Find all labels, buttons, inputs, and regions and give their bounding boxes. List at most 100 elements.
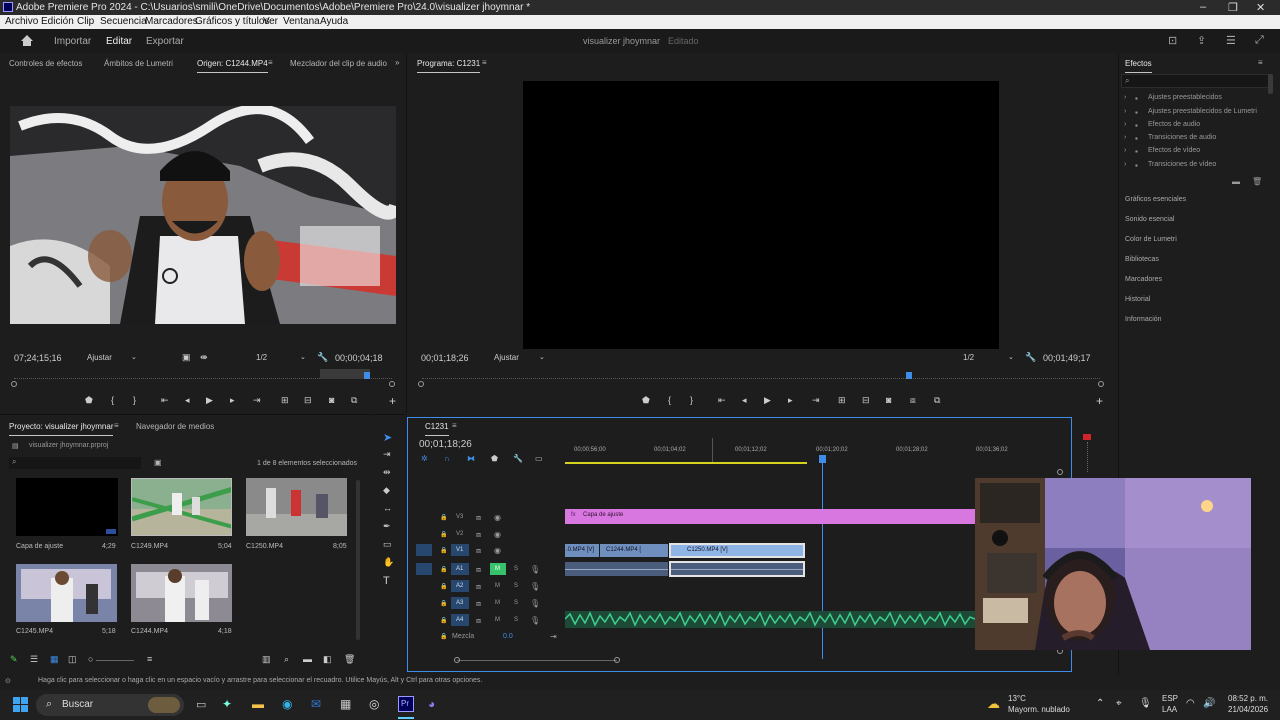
more-panels-icon[interactable]: » [395, 58, 399, 67]
tab-lumetri-scopes[interactable]: Ámbitos de Lumetri [104, 59, 173, 68]
task-view-icon[interactable]: ▭ [196, 698, 206, 711]
source-insert-clip-icon[interactable]: ⊞ [281, 395, 289, 406]
effects-item-video-effects[interactable]: Efectos de vídeo [1148, 147, 1200, 154]
captions-icon[interactable]: ▭ [535, 454, 543, 463]
source-fit-select[interactable]: Ajustar [87, 353, 112, 362]
source-step-fwd-icon[interactable]: ▸ [230, 395, 235, 406]
program-goto-out-icon[interactable]: ⇥ [812, 395, 820, 406]
thumb-c1244[interactable] [131, 564, 232, 622]
program-tab[interactable]: Programa: C1231 [417, 59, 481, 73]
find-icon[interactable]: ⌕ [284, 654, 289, 665]
menu-ver[interactable]: Ver [263, 16, 278, 27]
menu-archivo[interactable]: Archivo [5, 16, 38, 27]
program-buttons-icon[interactable]: ⧉ [934, 395, 940, 406]
tab-importar[interactable]: Importar [54, 36, 91, 47]
icon-view-icon[interactable]: ▦ [50, 654, 59, 665]
work-area-bar[interactable] [565, 462, 807, 464]
add-marker-icon[interactable]: ⬟ [491, 454, 498, 463]
lock-icon[interactable]: 🔒 [440, 514, 447, 521]
effects-menu-icon[interactable]: ≡ [1258, 58, 1263, 67]
source-export-frame-icon[interactable]: ◙ [329, 395, 334, 405]
menu-marcadores[interactable]: Marcadores [145, 16, 198, 27]
lock-icon[interactable]: 🔒 [440, 633, 447, 640]
track-select-tool-icon[interactable]: ⇥ [383, 449, 391, 460]
thumb-c1245[interactable] [16, 564, 117, 622]
source-patch-v1[interactable] [416, 544, 432, 556]
file-explorer-icon[interactable]: ▬ [252, 697, 264, 711]
timeline-settings-icon[interactable]: 🔧 [513, 454, 523, 463]
time-ruler[interactable]: 00;00;56;00 00;01;04;02 00;01;12;02 00;0… [565, 438, 1062, 466]
solo-button[interactable]: S [514, 566, 518, 572]
menu-secuencia[interactable]: Secuencia [100, 16, 147, 27]
program-add-button-icon[interactable]: + [1096, 394, 1103, 408]
panel-markers[interactable]: Marcadores [1125, 276, 1162, 283]
new-bin-bottom-icon[interactable]: ▬ [303, 654, 312, 664]
pen-tool-icon[interactable]: ✒ [383, 521, 391, 532]
effects-item-audio-transitions[interactable]: Transiciones de audio [1148, 134, 1216, 141]
zoom-slider-track[interactable] [96, 660, 134, 661]
github-icon[interactable]: ◎ [369, 697, 379, 711]
solo-button[interactable]: S [514, 583, 518, 589]
location-icon[interactable]: ⌖ [1116, 698, 1122, 709]
sync-lock-icon[interactable]: ⧈ [476, 565, 481, 575]
share-icon[interactable]: ⇪ [1197, 34, 1206, 47]
new-bin-icon[interactable]: ▣ [154, 458, 162, 467]
tab-project[interactable]: Proyecto: visualizer jhoymnar [9, 422, 114, 436]
program-zoom-start-handle[interactable] [418, 381, 424, 387]
source-insert-icon[interactable]: ▣ [182, 352, 191, 363]
effects-scrollbar[interactable] [1268, 74, 1273, 94]
taskbar-search-box[interactable]: ⌕ Buscar [36, 694, 184, 716]
source-play-icon[interactable]: ▶ [206, 395, 213, 406]
program-marker-icon[interactable]: ⬟ [642, 395, 650, 406]
panel-essential-graphics[interactable]: Gráficos esenciales [1125, 196, 1186, 203]
minimize-button[interactable]: – [1200, 1, 1206, 13]
timeline-zoom-end-handle[interactable] [1057, 469, 1063, 475]
timeline-timecode[interactable]: 00;01;18;26 [419, 439, 472, 450]
chevron-right-icon[interactable]: › [1124, 108, 1126, 115]
close-button[interactable]: ✕ [1256, 1, 1265, 14]
store-icon[interactable]: ▦ [340, 697, 351, 711]
mute-button[interactable]: M [495, 617, 500, 623]
timeline-tab[interactable]: C1231 [425, 422, 449, 436]
timeline-scroll-start-handle[interactable] [454, 657, 460, 663]
sync-lock-icon[interactable]: ⧈ [476, 599, 481, 609]
timeline-scrollbar[interactable] [457, 660, 617, 661]
lock-icon[interactable]: 🔒 [440, 531, 447, 538]
source-timecode[interactable]: 07;24;15;16 [14, 353, 62, 363]
chevron-right-icon[interactable]: › [1124, 147, 1126, 154]
ripple-tool-icon[interactable]: ⇹ [383, 467, 391, 478]
mic-icon[interactable]: 🎙 [530, 599, 540, 608]
video-clip-3[interactable]: C1250.MP4 [V] [669, 543, 805, 558]
menu-ayuda[interactable]: Ayuda [320, 16, 348, 27]
source-zoom-start-handle[interactable] [11, 381, 17, 387]
audio-clip-a4[interactable] [565, 611, 975, 628]
automate-icon[interactable]: ▥ [262, 654, 271, 665]
menu-clip[interactable]: Clip [77, 16, 94, 27]
new-item-icon[interactable]: ◧ [323, 654, 332, 665]
source-resolution-select[interactable]: 1/2 [256, 353, 267, 362]
effects-item-lumetri-presets[interactable]: Ajustes preestablecidos de Lumetri [1148, 108, 1257, 115]
mic-icon[interactable]: 🎙 [530, 616, 540, 625]
edge-icon[interactable]: ◉ [282, 697, 292, 711]
project-menu-icon[interactable]: ≡ [114, 421, 119, 430]
nest-icon[interactable]: ✲ [421, 454, 428, 463]
program-mark-in-icon[interactable]: { [668, 395, 671, 405]
menu-lines-icon[interactable]: ☰ [1226, 34, 1236, 47]
sync-lock-icon[interactable]: ⧈ [476, 616, 481, 626]
source-marker-icon[interactable]: ⬟ [85, 395, 93, 406]
program-fit-chevron-icon[interactable]: ⌄ [539, 353, 545, 361]
clock-date[interactable]: 21/04/2026 [1228, 705, 1268, 714]
snap-icon[interactable]: ∩ [444, 454, 450, 463]
mute-button[interactable]: M [495, 600, 500, 606]
program-extract-icon[interactable]: ⊟ [862, 395, 870, 406]
program-goto-in-icon[interactable]: ⇤ [718, 395, 726, 406]
program-fit-select[interactable]: Ajustar [494, 353, 519, 362]
program-compare-icon[interactable]: ⧈ [910, 395, 916, 406]
panel-history[interactable]: Historial [1125, 296, 1150, 303]
chevron-right-icon[interactable]: › [1124, 94, 1126, 101]
pencil-icon[interactable]: ✎ [10, 654, 18, 665]
sort-icon[interactable]: ≡ [147, 654, 152, 664]
zoom-slider-handle[interactable]: ○ [88, 654, 93, 664]
menu-graficos[interactable]: Gráficos y títulos [195, 16, 269, 27]
hand-tool-icon[interactable]: ✋ [383, 557, 394, 568]
